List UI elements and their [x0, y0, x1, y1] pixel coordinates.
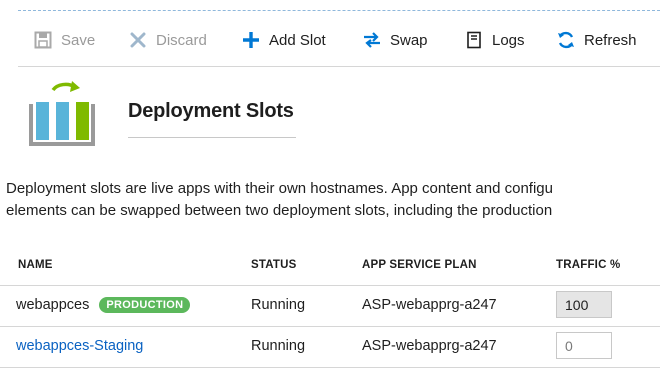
refresh-label: Refresh: [584, 31, 637, 49]
discard-button[interactable]: Discard: [128, 24, 207, 56]
add-slot-label: Add Slot: [269, 31, 326, 49]
slot-name[interactable]: webappces: [16, 297, 89, 313]
slot-status: Running: [251, 338, 306, 354]
swap-icon: [362, 30, 382, 50]
refresh-button[interactable]: Refresh: [556, 24, 637, 56]
add-slot-button[interactable]: Add Slot: [241, 24, 326, 56]
discard-icon: [128, 30, 148, 50]
column-header-status: STATUS: [251, 259, 297, 271]
logs-icon: [464, 30, 484, 50]
description: Deployment slots are live apps with thei…: [6, 178, 660, 222]
slot-name-link[interactable]: webappces-Staging: [16, 338, 143, 354]
slot-plan: ASP-webapprg-a247: [362, 297, 497, 313]
page-title: Deployment Slots: [128, 100, 294, 122]
column-header-traffic: TRAFFIC %: [556, 259, 621, 271]
slot-name-cell: webappces PRODUCTION: [16, 297, 191, 313]
deployment-slots-logo: [23, 78, 101, 150]
swap-button[interactable]: Swap: [362, 24, 428, 56]
command-bar: Save Discard Add Slot Swap Logs Refresh: [0, 24, 660, 56]
column-header-name: NAME: [18, 259, 53, 271]
add-icon: [241, 30, 261, 50]
table-row[interactable]: webappces PRODUCTION Running ASP-webappr…: [0, 286, 660, 327]
slots-table: NAME STATUS APP SERVICE PLAN TRAFFIC % w…: [0, 245, 660, 368]
discard-label: Discard: [156, 31, 207, 49]
toolbar-divider: [18, 66, 660, 67]
slot-plan: ASP-webapprg-a247: [362, 338, 497, 354]
top-divider: [18, 10, 660, 11]
slot-name-cell: webappces-Staging: [16, 338, 143, 354]
column-header-plan: APP SERVICE PLAN: [362, 259, 477, 271]
logs-button[interactable]: Logs: [464, 24, 525, 56]
save-label: Save: [61, 31, 96, 49]
title-underline: [128, 137, 296, 138]
traffic-input: [556, 291, 612, 318]
table-header: NAME STATUS APP SERVICE PLAN TRAFFIC %: [0, 245, 660, 286]
save-icon: [33, 30, 53, 50]
description-line-2: elements can be swapped between two depl…: [6, 202, 553, 219]
table-row[interactable]: webappces-Staging Running ASP-webapprg-a…: [0, 327, 660, 368]
production-badge: PRODUCTION: [99, 297, 191, 313]
slot-status: Running: [251, 297, 306, 313]
save-button[interactable]: Save: [33, 24, 95, 56]
logs-label: Logs: [492, 31, 525, 49]
description-line-1: Deployment slots are live apps with thei…: [6, 180, 553, 197]
refresh-icon: [556, 30, 576, 50]
swap-label: Swap: [390, 31, 428, 49]
traffic-input[interactable]: [556, 332, 612, 359]
